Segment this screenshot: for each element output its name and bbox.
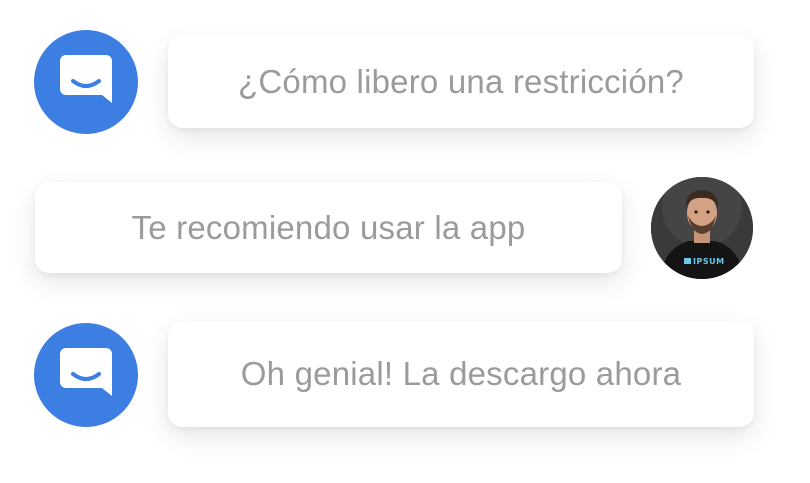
message-bubble: Oh genial! La descargo ahora bbox=[168, 321, 754, 427]
bot-avatar bbox=[34, 30, 138, 134]
message-text: ¿Cómo libero una restricción? bbox=[238, 62, 684, 100]
agent-avatar: IPSUM bbox=[651, 177, 753, 279]
message-bubble: Te recomiendo usar la app bbox=[35, 182, 622, 273]
chat-bubble-smile-icon bbox=[60, 55, 112, 103]
chat-bubble-smile-icon bbox=[60, 348, 112, 396]
shirt-logo-text: IPSUM bbox=[693, 257, 725, 266]
bot-avatar bbox=[34, 323, 138, 427]
message-text: Te recomiendo usar la app bbox=[131, 208, 526, 246]
message-text: Oh genial! La descargo ahora bbox=[240, 355, 682, 392]
message-bubble: ¿Cómo libero una restricción? bbox=[168, 35, 754, 128]
